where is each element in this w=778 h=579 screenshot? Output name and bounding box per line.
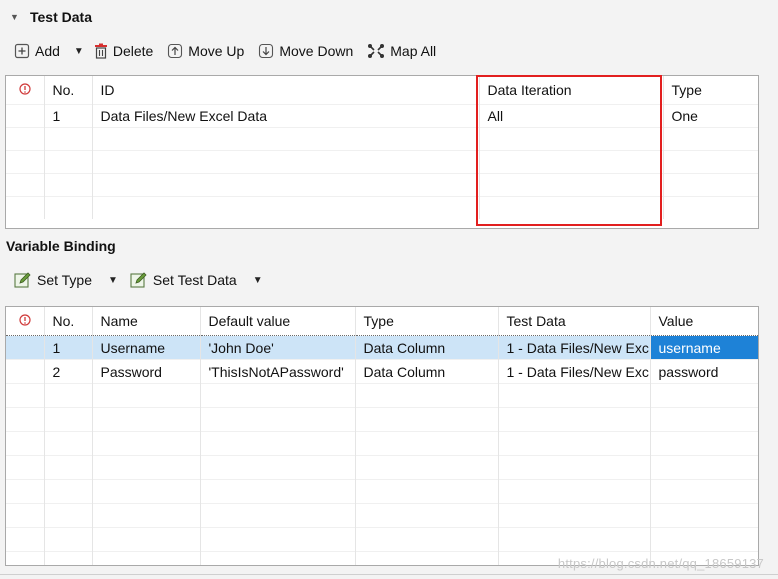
- column-header-type[interactable]: Type: [663, 76, 758, 105]
- set-type-dropdown-icon[interactable]: ▼: [108, 275, 118, 286]
- empty-row: [6, 383, 758, 408]
- row-status-cell: [6, 359, 45, 384]
- empty-row: [6, 196, 758, 219]
- row-value[interactable]: username: [650, 335, 758, 360]
- row-type[interactable]: Data Column: [355, 359, 499, 384]
- column-header-id[interactable]: ID: [92, 76, 480, 105]
- map-all-label: Map All: [390, 43, 437, 59]
- empty-row: [6, 455, 758, 480]
- row-no: 1: [44, 104, 93, 128]
- set-test-data-dropdown-icon[interactable]: ▼: [253, 275, 263, 286]
- column-header-no[interactable]: No.: [44, 76, 93, 105]
- set-type-button[interactable]: Set Type: [12, 271, 94, 289]
- table-row[interactable]: 1 Data Files/New Excel Data All One: [6, 104, 758, 128]
- row-id: Data Files/New Excel Data: [92, 104, 480, 128]
- variable-binding-table[interactable]: No. Name Default value Type Test Data Va…: [5, 306, 759, 566]
- row-type[interactable]: One: [663, 104, 758, 128]
- row-name: Password: [92, 359, 201, 384]
- row-default-value: 'ThisIsNotAPassword': [200, 359, 356, 384]
- row-name: Username: [92, 335, 201, 360]
- empty-row: [6, 479, 758, 504]
- test-data-header[interactable]: ▼ Test Data: [6, 6, 92, 28]
- empty-row: [6, 127, 758, 151]
- empty-row: [6, 173, 758, 197]
- row-test-data[interactable]: 1 - Data Files/New Exc: [498, 335, 651, 360]
- column-header-name[interactable]: Name: [92, 307, 201, 336]
- empty-row: [6, 431, 758, 456]
- row-type[interactable]: Data Column: [355, 335, 499, 360]
- column-header-data-iteration[interactable]: Data Iteration: [479, 76, 664, 105]
- row-data-iteration[interactable]: All: [479, 104, 664, 128]
- edit-icon: [130, 271, 148, 289]
- watermark-text: https://blog.csdn.net/qq_18659137: [557, 556, 764, 571]
- column-header-value[interactable]: Value: [650, 307, 758, 336]
- add-dropdown-icon[interactable]: ▼: [74, 46, 84, 57]
- column-header-test-data[interactable]: Test Data: [498, 307, 651, 336]
- test-data-table[interactable]: No. ID Data Iteration Type 1 Data Files/…: [5, 75, 759, 229]
- table-header-row: No. Name Default value Type Test Data Va…: [6, 307, 758, 336]
- delete-button[interactable]: Delete: [92, 43, 155, 59]
- edit-icon: [14, 271, 32, 289]
- move-down-label: Move Down: [279, 43, 354, 59]
- move-up-label: Move Up: [188, 43, 245, 59]
- empty-row: [6, 407, 758, 432]
- empty-row: [6, 150, 758, 174]
- row-value[interactable]: password: [650, 359, 758, 384]
- section-title-variable-binding: Variable Binding: [6, 238, 116, 254]
- move-down-button[interactable]: Move Down: [256, 43, 355, 59]
- collapse-chevron-icon[interactable]: ▼: [10, 12, 20, 22]
- table-row[interactable]: 2 Password 'ThisIsNotAPassword' Data Col…: [6, 359, 758, 384]
- trash-icon: [94, 43, 108, 59]
- map-all-button[interactable]: Map All: [365, 43, 438, 59]
- table-header-row: No. ID Data Iteration Type: [6, 76, 758, 105]
- row-status-cell: [6, 335, 45, 360]
- move-up-button[interactable]: Move Up: [165, 43, 246, 59]
- set-test-data-label: Set Test Data: [152, 272, 237, 288]
- arrow-up-icon: [167, 43, 183, 59]
- table-row[interactable]: 1 Username 'John Doe' Data Column 1 - Da…: [6, 335, 758, 360]
- add-icon: [14, 43, 30, 59]
- empty-row: [6, 527, 758, 552]
- set-test-data-button[interactable]: Set Test Data: [128, 271, 239, 289]
- arrow-down-icon: [258, 43, 274, 59]
- column-header-default-value[interactable]: Default value: [200, 307, 356, 336]
- row-status-cell: [6, 104, 45, 128]
- row-no: 1: [44, 335, 93, 360]
- variable-binding-toolbar: Set Type ▼ Set Test Data ▼: [12, 268, 267, 292]
- row-no: 2: [44, 359, 93, 384]
- empty-row: [6, 503, 758, 528]
- test-data-toolbar: Add ▼ Delete Move Up Move Down Map All: [12, 39, 438, 63]
- warning-icon: [6, 76, 45, 105]
- map-all-icon: [367, 43, 385, 59]
- add-button[interactable]: Add: [12, 43, 62, 59]
- row-test-data[interactable]: 1 - Data Files/New Exc: [498, 359, 651, 384]
- column-header-type[interactable]: Type: [355, 307, 499, 336]
- delete-label: Delete: [112, 43, 154, 59]
- section-title-test-data: Test Data: [30, 9, 92, 25]
- set-type-label: Set Type: [37, 272, 93, 288]
- row-default-value: 'John Doe': [200, 335, 356, 360]
- divider: [0, 574, 778, 575]
- warning-icon: [6, 307, 45, 336]
- column-header-no[interactable]: No.: [44, 307, 93, 336]
- add-label: Add: [35, 43, 60, 59]
